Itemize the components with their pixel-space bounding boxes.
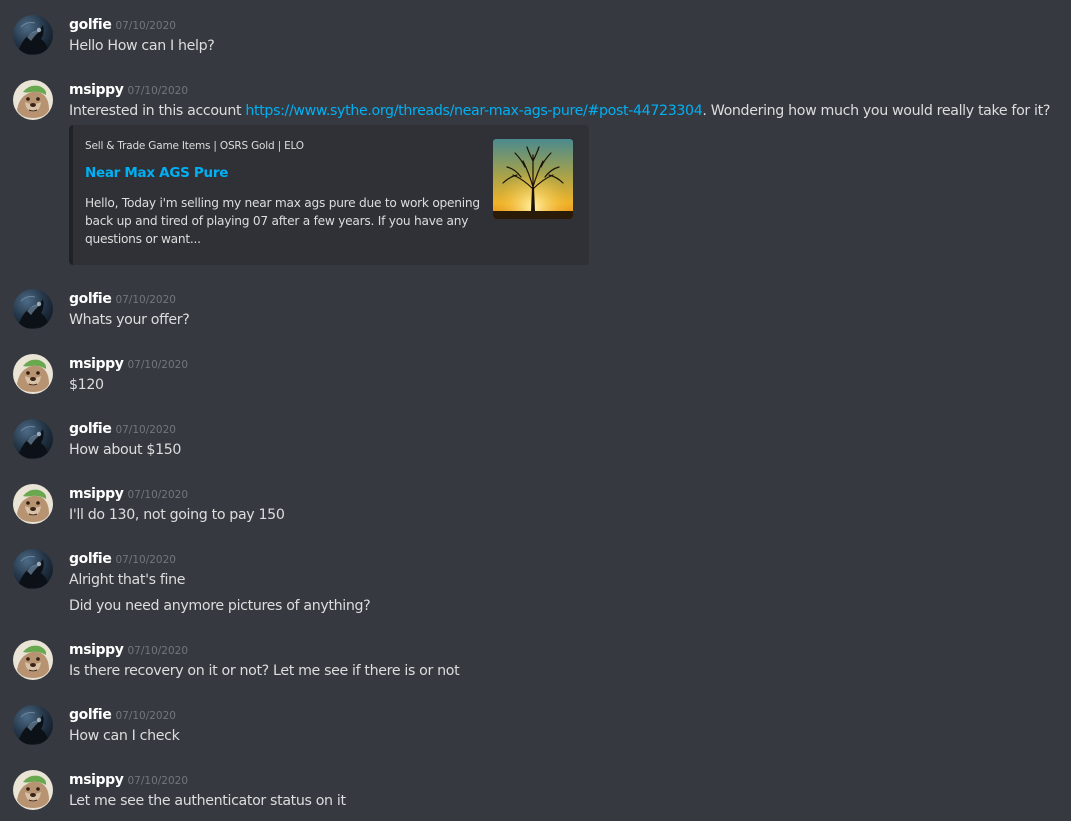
msippy-avatar[interactable] [13, 640, 53, 680]
timestamp: 07/10/2020 [127, 489, 189, 501]
timestamp: 07/10/2020 [115, 554, 176, 566]
golfie-avatar[interactable] [13, 549, 53, 589]
message-text: How can I check [69, 728, 180, 744]
username[interactable]: golfie [69, 421, 112, 437]
message-text-prefix: Interested in this account [69, 103, 246, 119]
embed-provider: Sell & Trade Game Items | OSRS Gold | EL… [85, 140, 304, 152]
message-text: Is there recovery on it or not? Let me s… [69, 663, 460, 679]
msippy-avatar[interactable] [13, 484, 53, 524]
message-text: Did you need anymore pictures of anythin… [69, 598, 371, 614]
tree-sunset-thumbnail-icon[interactable] [493, 139, 573, 219]
link-embed: Sell & Trade Game Items | OSRS Gold | EL… [69, 125, 589, 265]
message-text: Let me see the authenticator status on i… [69, 793, 346, 809]
timestamp: 07/10/2020 [127, 775, 189, 787]
chat-messages: golfie 07/10/2020 Hello How can I help? m… [0, 0, 1071, 821]
message-text: Interested in this account https://www.s… [69, 101, 1050, 121]
golfie-avatar[interactable] [13, 705, 53, 745]
message-header: golfie 07/10/2020 [69, 14, 176, 36]
golfie-avatar[interactable] [13, 289, 53, 329]
message-text-suffix: . Wondering how much you would really ta… [702, 103, 1051, 119]
username[interactable]: golfie [69, 17, 112, 33]
message-text: Hello How can I help? [69, 38, 215, 54]
message-header: msippy 07/10/2020 [69, 483, 188, 505]
message-header: msippy 07/10/2020 [69, 639, 188, 661]
golfie-avatar[interactable] [13, 419, 53, 459]
message-header: msippy 07/10/2020 [69, 353, 188, 375]
username[interactable]: golfie [69, 707, 112, 723]
username[interactable]: msippy [69, 486, 124, 502]
msippy-avatar[interactable] [13, 80, 53, 120]
message-header: golfie 07/10/2020 [69, 418, 176, 440]
message-header: golfie 07/10/2020 [69, 288, 176, 310]
msippy-avatar[interactable] [13, 770, 53, 810]
message-text: I'll do 130, not going to pay 150 [69, 507, 285, 523]
message-text: $120 [69, 377, 104, 393]
embed-title-link[interactable]: Near Max AGS Pure [85, 165, 228, 181]
timestamp: 07/10/2020 [127, 359, 189, 371]
message-header: golfie 07/10/2020 [69, 704, 176, 726]
message-header: msippy 07/10/2020 [69, 79, 188, 101]
timestamp: 07/10/2020 [115, 20, 176, 32]
thread-link[interactable]: https://www.sythe.org/threads/near-max-a… [245, 103, 702, 119]
embed-description: Hello, Today i'm selling my near max ags… [85, 196, 480, 246]
timestamp: 07/10/2020 [115, 424, 176, 436]
timestamp: 07/10/2020 [115, 294, 176, 306]
username[interactable]: msippy [69, 356, 124, 372]
username[interactable]: golfie [69, 291, 112, 307]
message-header: msippy 07/10/2020 [69, 769, 188, 791]
message-text: Whats your offer? [69, 312, 190, 328]
message-text: How about $150 [69, 442, 182, 458]
message-header: golfie 07/10/2020 [69, 548, 176, 570]
golfie-avatar[interactable] [13, 15, 53, 55]
username[interactable]: golfie [69, 551, 112, 567]
timestamp: 07/10/2020 [115, 710, 176, 722]
username[interactable]: msippy [69, 642, 124, 658]
message-text: Alright that's fine [69, 572, 186, 588]
msippy-avatar[interactable] [13, 354, 53, 394]
timestamp: 07/10/2020 [127, 645, 189, 657]
username[interactable]: msippy [69, 772, 124, 788]
username[interactable]: msippy [69, 82, 124, 98]
timestamp: 07/10/2020 [127, 85, 189, 97]
